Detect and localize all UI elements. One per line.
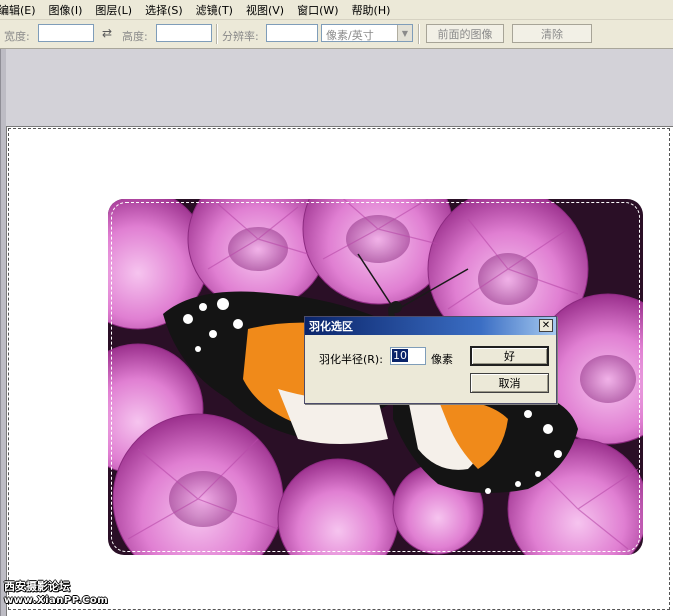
menu-image[interactable]: 图像(I) bbox=[49, 2, 83, 18]
watermark-logo: 西安摄影论坛 www.XianPP.Com bbox=[4, 580, 108, 608]
workspace-divider bbox=[0, 49, 1, 616]
clear-button[interactable]: 清除 bbox=[512, 24, 592, 43]
menu-select[interactable]: 选择(S) bbox=[145, 2, 183, 18]
swap-dimensions-icon[interactable]: ⇄ bbox=[102, 26, 112, 40]
menu-view[interactable]: 视图(V) bbox=[246, 2, 284, 18]
menu-layer[interactable]: 图层(L) bbox=[95, 2, 132, 18]
ok-button[interactable]: 好 bbox=[470, 346, 549, 366]
resolution-unit-select[interactable]: 像素/英寸 ▼ bbox=[321, 24, 413, 42]
cancel-button[interactable]: 取消 bbox=[470, 373, 549, 393]
feather-radius-label: 羽化半径(R): bbox=[319, 353, 383, 366]
dialog-title: 羽化选区 bbox=[309, 320, 353, 333]
width-label: 宽度: bbox=[4, 30, 30, 43]
menu-edit[interactable]: 编辑(E) bbox=[0, 2, 36, 18]
feather-dialog: 羽化选区 ✕ 羽化半径(R): 10 像素 好 取消 bbox=[304, 316, 557, 404]
height-field[interactable] bbox=[156, 24, 212, 42]
resolution-label: 分辨率: bbox=[222, 30, 259, 43]
dialog-title-bar[interactable]: 羽化选区 ✕ bbox=[305, 317, 556, 335]
close-icon[interactable]: ✕ bbox=[539, 319, 553, 332]
resolution-field[interactable] bbox=[266, 24, 318, 42]
tool-options-bar: 宽度: ⇄ 高度: 分辨率: 像素/英寸 ▼ 前面的图像 清除 bbox=[0, 20, 673, 49]
feather-radius-value: 10 bbox=[392, 349, 408, 362]
menu-help[interactable]: 帮助(H) bbox=[352, 2, 391, 18]
menu-filter[interactable]: 滤镜(T) bbox=[196, 2, 233, 18]
feather-radius-input[interactable]: 10 bbox=[390, 347, 426, 365]
menu-window[interactable]: 窗口(W) bbox=[297, 2, 338, 18]
width-field[interactable] bbox=[38, 24, 94, 42]
front-image-button[interactable]: 前面的图像 bbox=[426, 24, 504, 43]
chevron-down-icon: ▼ bbox=[397, 25, 412, 41]
watermark-line1: 西安摄影论坛 bbox=[4, 580, 70, 593]
watermark-line2: www.XianPP.Com bbox=[4, 595, 109, 606]
feather-unit-label: 像素 bbox=[431, 353, 453, 366]
separator bbox=[418, 24, 420, 44]
menu-bar: 编辑(E) 图像(I) 图层(L) 选择(S) 滤镜(T) 视图(V) 窗口(W… bbox=[0, 0, 673, 20]
separator bbox=[216, 24, 218, 44]
height-label: 高度: bbox=[122, 30, 148, 43]
resolution-unit-value: 像素/英寸 bbox=[326, 29, 374, 42]
